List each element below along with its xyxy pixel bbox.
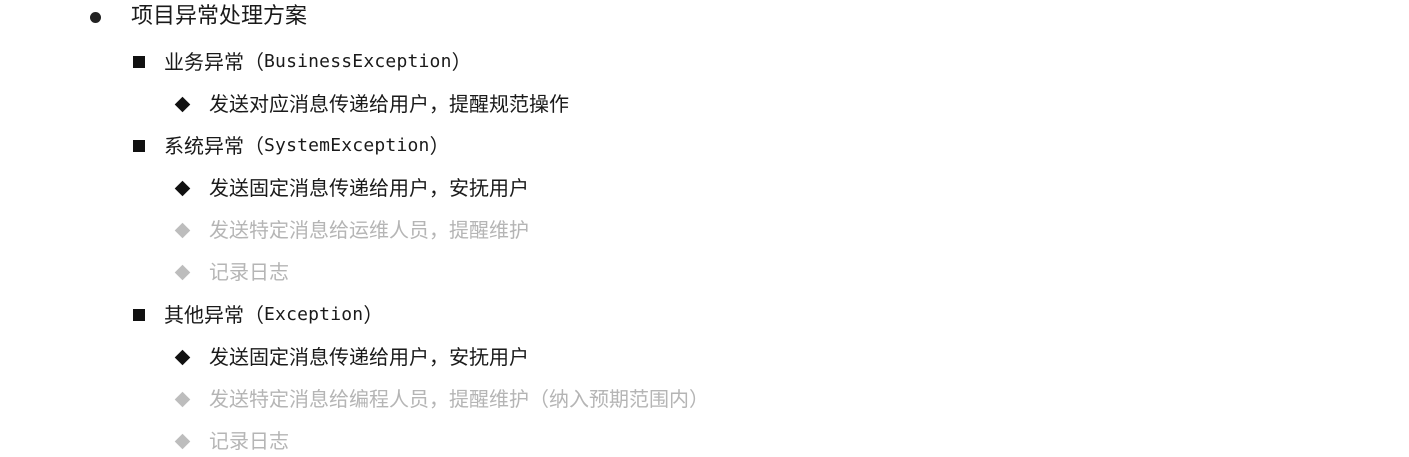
business-exception-code: BusinessException [264,51,452,72]
paren-close: ） [363,303,384,327]
other-item-dimmed: 记录日志 [174,426,289,456]
square-bullet-icon [133,140,145,152]
other-item: 发送固定消息传递给用户，安抚用户 [174,342,529,372]
diamond-bullet-icon [174,96,191,112]
system-exception-heading: 系统异常 （ SystemException ） [133,131,450,161]
paren-close: ） [429,134,450,158]
system-item-dimmed: 发送特定消息给运维人员，提醒维护 [174,215,529,245]
diamond-bullet-icon [174,349,191,365]
other-item-text: 记录日志 [209,429,289,453]
paren-open: （ [244,50,264,74]
diamond-bullet-icon [174,264,191,280]
other-exception-label: 其他异常 [164,303,244,327]
diamond-bullet-icon [174,391,191,407]
diamond-bullet-icon [174,222,191,238]
square-bullet-icon [133,309,145,321]
other-item-text: 发送特定消息给编程人员，提醒维护（纳入预期范围内） [209,387,709,411]
business-item-text: 发送对应消息传递给用户，提醒规范操作 [209,92,569,116]
outline-title-row: 项目异常处理方案 [90,2,307,32]
system-item-text: 发送固定消息传递给用户，安抚用户 [209,176,529,200]
diamond-bullet-icon [174,433,191,449]
paren-close: ） [451,50,472,74]
system-item-text: 发送特定消息给运维人员，提醒维护 [209,218,529,242]
other-item-text: 发送固定消息传递给用户，安抚用户 [209,345,529,369]
document-page: 项目异常处理方案 业务异常 （ BusinessException ） 发送对应… [0,0,1409,457]
paren-open: （ [244,134,264,158]
other-exception-code: Exception [264,304,364,325]
system-item-dimmed: 记录日志 [174,257,289,287]
system-item: 发送固定消息传递给用户，安抚用户 [174,173,529,203]
system-exception-code: SystemException [264,135,430,156]
outline-title: 项目异常处理方案 [131,4,308,29]
paren-open: （ [244,303,264,327]
system-exception-label: 系统异常 [164,134,244,158]
business-exception-label: 业务异常 [164,50,244,74]
system-item-text: 记录日志 [209,260,289,284]
square-bullet-icon [133,56,145,68]
bullet-dot-icon [90,11,101,23]
business-exception-heading: 业务异常 （ BusinessException ） [133,47,472,77]
business-item: 发送对应消息传递给用户，提醒规范操作 [174,89,569,119]
diamond-bullet-icon [174,180,191,196]
other-exception-heading: 其他异常 （ Exception ） [133,300,383,330]
other-item-dimmed: 发送特定消息给编程人员，提醒维护（纳入预期范围内） [174,384,709,414]
